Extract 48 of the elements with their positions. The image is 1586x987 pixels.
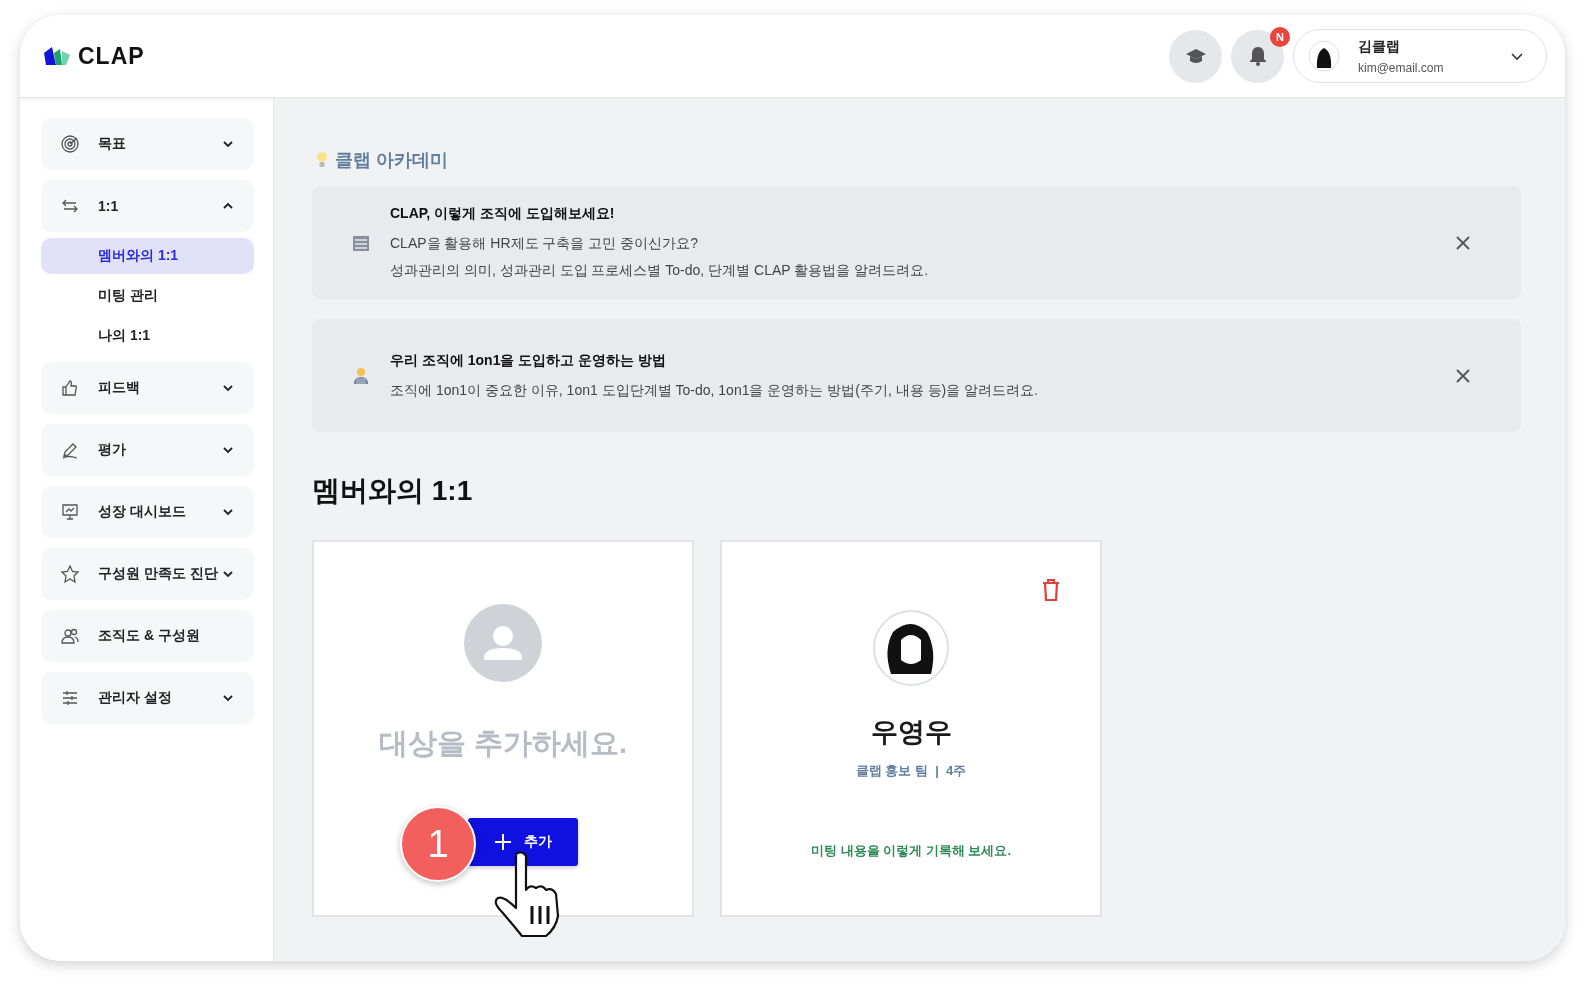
member-team: 클랩 홍보 팀 | 4주 [855, 762, 967, 780]
submenu-item[interactable]: 나의 1:1 [41, 318, 254, 354]
add-button[interactable]: 추가 [468, 818, 578, 866]
delete-icon[interactable] [1042, 579, 1060, 601]
sidebar-item[interactable]: 피드백 [41, 362, 254, 414]
notice-text: 성과관리의 의미, 성과관리 도입 프로세스별 To-do, 단계별 CLAP 활용법을 알려드려요. [390, 262, 929, 280]
close-icon[interactable] [1455, 234, 1471, 251]
presentation-board-icon [60, 502, 80, 522]
sidebar-item[interactable]: 성장 대시보드 [41, 486, 254, 538]
sliders-icon [60, 688, 80, 708]
meeting-guide-link[interactable]: 미팅 내용을 이렇게 기록해 보세요. [810, 842, 1012, 860]
person-at-laptop-icon [352, 366, 370, 385]
sidebar-item[interactable]: 목표 [41, 118, 254, 170]
thumbs-up-icon [60, 378, 80, 398]
sidebar-item[interactable]: 1:1 [41, 180, 254, 232]
avatar-placeholder-icon [464, 604, 542, 682]
empty-prompt: 대상을 추가하세요. [378, 726, 628, 761]
lightbulb-icon [316, 151, 328, 169]
notice-card[interactable]: 우리 조직에 1on1을 도입하고 운영하는 방법 조직에 1on1이 중요한 이유, 1on1 도입단계별 To-do, 1on1을 운영하는 방법(주기, 내용 등)을 알려드려요. [312, 319, 1521, 432]
submenu-item[interactable]: 멤버와의 1:1 [41, 238, 254, 274]
logo-text[interactable]: CLAP [78, 42, 145, 70]
sidebar-item[interactable]: 구성원 만족도 진단 [41, 548, 254, 600]
close-icon[interactable] [1455, 367, 1471, 384]
logo-icon [42, 45, 72, 67]
notice-title: CLAP, 이렇게 조직에 도입해보세요! [390, 205, 616, 223]
sidebar-item[interactable]: 조직도 & 구성원 [41, 610, 254, 662]
notice-title: 우리 조직에 1on1을 도입하고 운영하는 방법 [390, 351, 668, 370]
step-marker: 1 [400, 806, 476, 882]
sidebar-item[interactable]: 평가 [41, 424, 254, 476]
notification-button[interactable] [1231, 29, 1284, 83]
bell-icon [1248, 46, 1267, 66]
plus-icon [494, 833, 512, 851]
academy-button[interactable] [1169, 29, 1222, 83]
graduation-cap-icon [1184, 47, 1207, 65]
notice-card[interactable]: CLAP, 이렇게 조직에 도입해보세요! CLAP을 활용해 HR제도 구축을 고민 중이신가요? 성과관리의 의미, 성과관리 도입 프로세스별 To-do, 단계별 CLAP 활용법을 알려드려요. [312, 186, 1521, 299]
submenu-item[interactable]: 미팅 관리 [41, 278, 254, 314]
star-icon [60, 564, 80, 584]
notice-text: CLAP을 활용해 HR제도 구축을 고민 중이신가요? [390, 235, 700, 253]
page-title: 멤버와의 1:1 [312, 474, 474, 508]
target-icon [60, 134, 80, 154]
notification-badge: N [1270, 26, 1290, 47]
notice-text: 조직에 1on1이 중요한 이유, 1on1 도입단계별 To-do, 1on1을 운영하는 방법(주기, 내용 등)을 알려드려요. [390, 381, 1039, 400]
member-name: 우영우 [870, 716, 952, 749]
people-icon [60, 626, 80, 646]
sidebar-item[interactable]: 관리자 설정 [41, 672, 254, 724]
user-menu[interactable]: 김클랩 kim@email.com [1293, 29, 1547, 83]
avatar [1308, 40, 1340, 72]
section-title: 클랩 아카데미 [335, 149, 448, 172]
